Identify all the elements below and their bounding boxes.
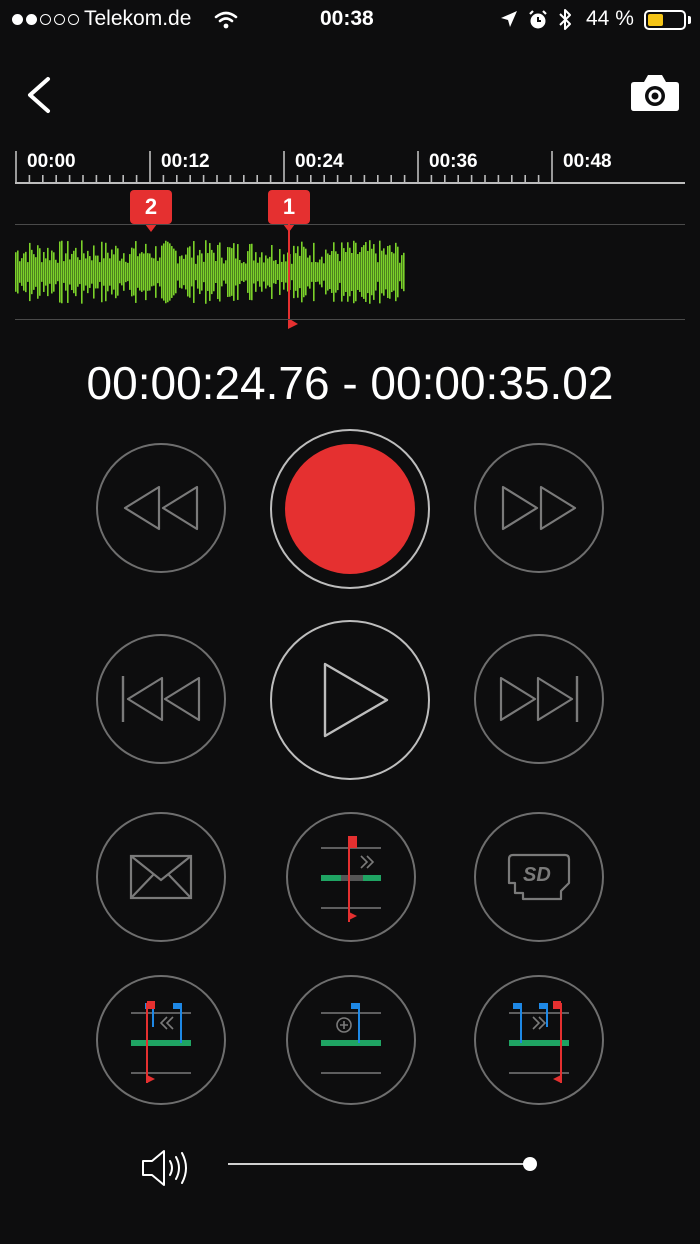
skip-back-icon	[121, 676, 201, 722]
sd-card-icon: SD	[507, 853, 571, 901]
tick-label: 00:00	[27, 151, 76, 172]
skip-back-button[interactable]	[96, 634, 226, 764]
tick-label: 00:36	[429, 151, 478, 172]
record-button[interactable]	[270, 429, 430, 589]
signal-dot	[12, 14, 23, 25]
signal-dot	[26, 14, 37, 25]
rewind-button[interactable]	[96, 443, 226, 573]
volume-slider-track[interactable]	[228, 1163, 530, 1165]
marker-move-right-icon	[509, 1001, 569, 1083]
envelope-icon	[129, 854, 193, 900]
record-icon	[285, 444, 415, 574]
tick-label: 00:12	[161, 151, 210, 172]
volume-slider-thumb[interactable]	[523, 1157, 537, 1171]
speaker-icon	[142, 1150, 187, 1186]
waveform[interactable]	[15, 240, 405, 304]
wifi-icon	[214, 11, 238, 29]
marker-jump-icon	[321, 836, 381, 922]
marker-flag-1[interactable]: 1	[268, 190, 310, 232]
play-icon	[323, 662, 389, 738]
svg-text:SD: SD	[523, 864, 551, 886]
tick-label: 00:48	[563, 151, 612, 172]
battery-percent: 44 %	[586, 7, 634, 30]
jump-to-marker-button[interactable]	[286, 812, 416, 942]
skip-forward-icon	[499, 676, 579, 722]
signal-strength-icon	[12, 14, 79, 25]
bluetooth-icon	[559, 9, 571, 30]
camera-icon[interactable]	[630, 72, 680, 112]
status-bar: Telekom.de 00:38 44 %	[0, 0, 700, 40]
divider	[15, 319, 685, 320]
skip-forward-button[interactable]	[474, 634, 604, 764]
selection-range: 00:00:24.76 - 00:00:35.02	[86, 357, 614, 409]
location-arrow-icon	[501, 11, 517, 27]
battery-tip	[688, 16, 691, 24]
alarm-icon	[529, 10, 547, 29]
sd-card-button[interactable]: SD	[474, 812, 604, 942]
divider	[15, 224, 685, 225]
move-marker-right-button[interactable]	[474, 975, 604, 1105]
fast-forward-button[interactable]	[474, 443, 604, 573]
playhead[interactable]	[288, 224, 290, 328]
move-marker-left-button[interactable]	[96, 975, 226, 1105]
fast-forward-icon	[501, 485, 577, 531]
play-button[interactable]	[270, 620, 430, 780]
signal-dot	[54, 14, 65, 25]
marker-move-left-icon	[131, 1001, 191, 1083]
signal-dot	[40, 14, 51, 25]
battery-icon	[644, 10, 686, 30]
add-marker-button[interactable]	[286, 975, 416, 1105]
tick-label: 00:24	[295, 151, 344, 172]
marker-flag-2[interactable]: 2	[130, 190, 172, 232]
rewind-icon	[123, 485, 199, 531]
signal-dot	[68, 14, 79, 25]
chevron-left-icon[interactable]	[22, 76, 54, 114]
marker-add-icon	[321, 1003, 381, 1074]
email-button[interactable]	[96, 812, 226, 942]
clock: 00:38	[320, 7, 374, 30]
carrier-name: Telekom.de	[84, 7, 192, 30]
